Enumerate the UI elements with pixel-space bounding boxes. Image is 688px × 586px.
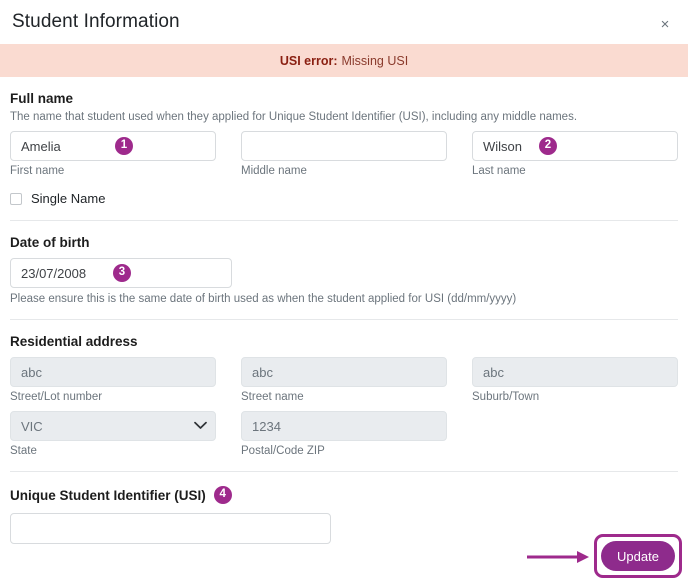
full-name-help-text: The name that student used when they app… bbox=[10, 111, 678, 123]
postcode-group: Postal/Code ZIP bbox=[241, 411, 447, 457]
dob-heading: Date of birth bbox=[10, 235, 678, 250]
postcode-label: Postal/Code ZIP bbox=[241, 445, 447, 457]
modal-header: Student Information × bbox=[0, 0, 688, 44]
badge-1: 1 bbox=[115, 137, 133, 155]
dob-group: 3 bbox=[10, 258, 232, 288]
dob-help-text: Please ensure this is the same date of b… bbox=[10, 293, 678, 305]
first-name-label: First name bbox=[10, 165, 216, 177]
error-message: Missing USI bbox=[341, 54, 408, 68]
address-row-2-spacer bbox=[472, 411, 678, 457]
postcode-input[interactable] bbox=[241, 411, 447, 441]
single-name-checkbox[interactable] bbox=[10, 193, 22, 205]
state-group: VIC State bbox=[10, 411, 216, 457]
error-banner: USI error: Missing USI bbox=[0, 44, 688, 77]
middle-name-group: Middle name bbox=[241, 131, 447, 177]
state-label: State bbox=[10, 445, 216, 457]
first-name-group: 1 First name bbox=[10, 131, 216, 177]
usi-heading-text: Unique Student Identifier (USI) bbox=[10, 488, 206, 503]
address-row-1: Street/Lot number Street name Suburb/Tow… bbox=[10, 357, 678, 403]
last-name-input[interactable] bbox=[472, 131, 678, 161]
state-select-wrap: VIC bbox=[10, 411, 216, 441]
divider-1 bbox=[10, 220, 678, 221]
first-name-input[interactable] bbox=[10, 131, 216, 161]
single-name-row[interactable]: Single Name bbox=[10, 191, 678, 206]
suburb-input[interactable] bbox=[472, 357, 678, 387]
divider-2 bbox=[10, 319, 678, 320]
full-name-row: 1 First name Middle name 2 Last name bbox=[10, 131, 678, 177]
update-button[interactable]: Update bbox=[601, 541, 675, 571]
address-heading: Residential address bbox=[10, 334, 678, 349]
close-icon[interactable]: × bbox=[654, 13, 676, 35]
modal-footer: Update bbox=[0, 528, 688, 586]
suburb-group: Suburb/Town bbox=[472, 357, 678, 403]
full-name-heading: Full name bbox=[10, 91, 678, 106]
page-title: Student Information bbox=[12, 11, 180, 33]
error-label: USI error: bbox=[280, 54, 338, 68]
badge-2: 2 bbox=[539, 137, 557, 155]
modal-body: Full name The name that student used whe… bbox=[0, 91, 688, 544]
street-lot-group: Street/Lot number bbox=[10, 357, 216, 403]
divider-3 bbox=[10, 471, 678, 472]
middle-name-label: Middle name bbox=[241, 165, 447, 177]
middle-name-input[interactable] bbox=[241, 131, 447, 161]
usi-heading: Unique Student Identifier (USI) 4 bbox=[10, 486, 678, 504]
single-name-label: Single Name bbox=[31, 191, 105, 206]
street-name-group: Street name bbox=[241, 357, 447, 403]
street-name-input[interactable] bbox=[241, 357, 447, 387]
street-lot-label: Street/Lot number bbox=[10, 391, 216, 403]
badge-3: 3 bbox=[113, 264, 131, 282]
badge-4: 4 bbox=[214, 486, 232, 504]
street-name-label: Street name bbox=[241, 391, 447, 403]
last-name-label: Last name bbox=[472, 165, 678, 177]
state-select[interactable]: VIC bbox=[10, 411, 216, 441]
pointer-arrow-icon bbox=[527, 549, 593, 570]
dob-row: 3 bbox=[10, 258, 678, 288]
street-lot-input[interactable] bbox=[10, 357, 216, 387]
last-name-group: 2 Last name bbox=[472, 131, 678, 177]
suburb-label: Suburb/Town bbox=[472, 391, 678, 403]
address-row-2: VIC State Postal/Code ZIP bbox=[10, 411, 678, 457]
